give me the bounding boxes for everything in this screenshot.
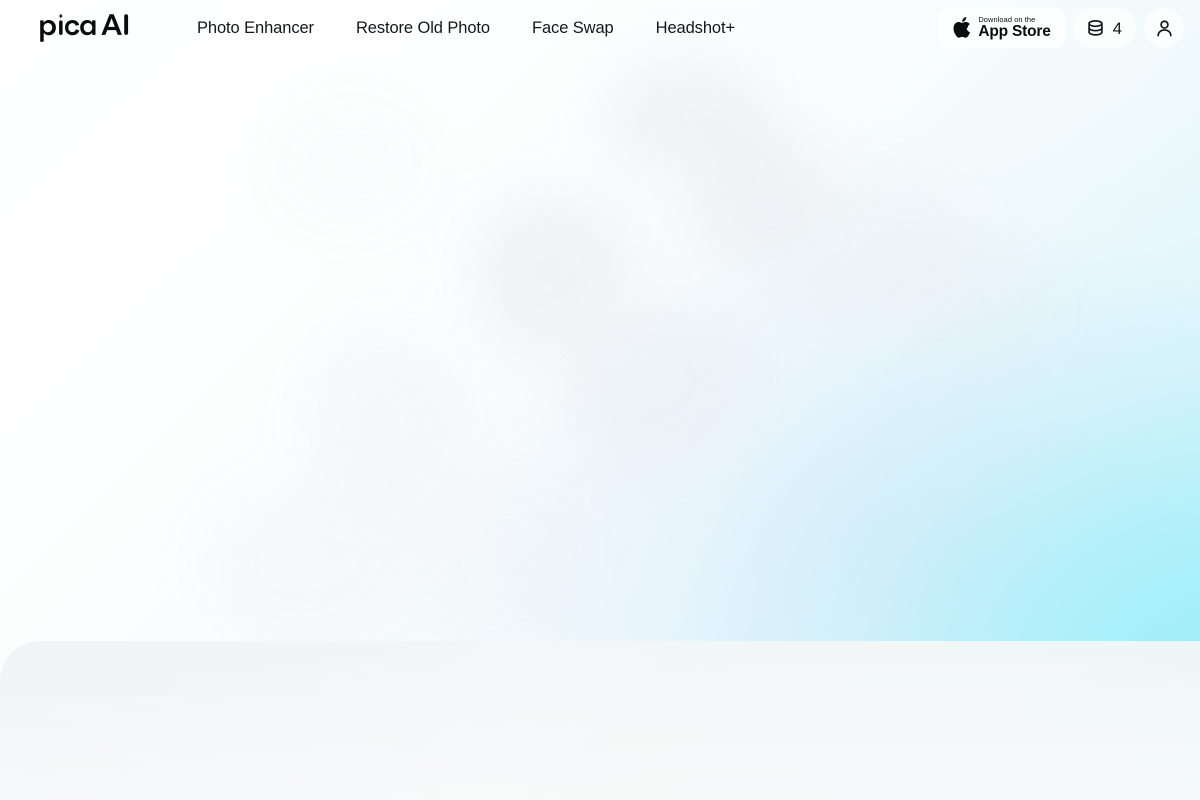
primary-nav: Photo Enhancer Restore Old Photo Face Sw… [176,12,756,45]
account-avatar-button[interactable] [1144,8,1184,48]
background-blob [600,55,770,175]
brand-logo-link[interactable]: Pica AI [38,13,130,43]
app-store-superline: Download on the [978,15,1036,25]
apple-logo-icon [952,17,971,39]
bottom-sheet-panel [0,641,1200,800]
app-page: Pica AI Photo Enhancer Restore Old Photo… [0,0,1200,800]
nav-item-face-swap[interactable]: Face Swap [511,12,635,45]
coin-stack-icon [1085,18,1106,39]
background-blob [760,170,970,320]
nav-item-photo-enhancer[interactable]: Photo Enhancer [176,12,335,45]
background-blob [560,300,750,470]
background-blob [260,90,440,240]
nav-item-restore-old-photo[interactable]: Restore Old Photo [335,12,511,45]
background-blob [300,330,460,520]
app-store-mainline: App Store [978,23,1051,41]
bottom-sheet-surface [0,641,1200,800]
background-blob [455,175,645,365]
background-blob [670,103,840,287]
app-store-label-group: Download on the App Store [978,16,1050,40]
user-avatar-icon [1154,18,1175,39]
pica-ai-logo-icon [38,13,130,43]
background-blob [200,480,410,650]
site-header: Pica AI Photo Enhancer Restore Old Photo… [0,0,1200,56]
nav-item-headshot-plus[interactable]: Headshot+ [635,12,756,45]
header-actions: Download on the App Store 4 [938,8,1184,48]
app-store-download-button[interactable]: Download on the App Store [938,8,1065,48]
credits-button[interactable]: 4 [1072,8,1136,48]
credits-count: 4 [1112,18,1122,38]
background-blob [420,460,590,640]
background-blob [880,240,1060,380]
